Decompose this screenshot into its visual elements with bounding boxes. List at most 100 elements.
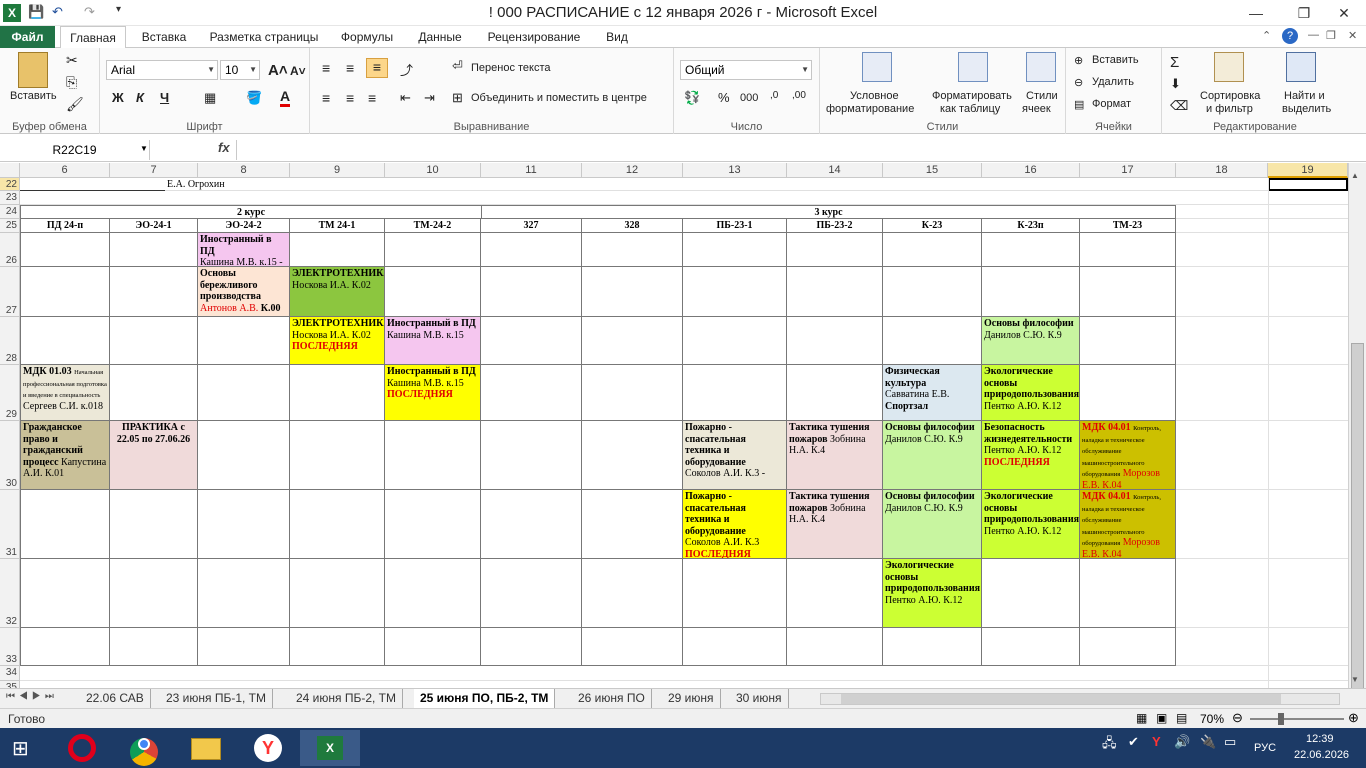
currency-icon[interactable]: 💱 (684, 90, 700, 106)
schedule-cell-r32-c6[interactable] (20, 559, 110, 628)
schedule-cell-r26-c13[interactable] (683, 233, 787, 267)
row-header-30[interactable]: 30 (0, 421, 20, 490)
decrease-indent-icon[interactable]: ⇤ (400, 90, 411, 106)
schedule-cell-r28-c7[interactable] (110, 317, 198, 365)
tab-page-layout[interactable]: Разметка страницы (206, 26, 322, 48)
increase-indent-icon[interactable]: ⇥ (424, 90, 435, 106)
schedule-cell-r28-c13[interactable] (683, 317, 787, 365)
tray-date[interactable]: 22.06.2026 (1294, 749, 1349, 761)
horizontal-scrollbar[interactable] (820, 693, 1340, 705)
schedule-cell-r31-c6[interactable] (20, 490, 110, 559)
zoom-slider[interactable] (1250, 718, 1344, 720)
row-header-24[interactable]: 24 (0, 205, 20, 219)
schedule-cell-r30-c7[interactable]: ПРАКТИКА с 22.05 по 27.06.26 (110, 421, 198, 490)
cell-styles-label2[interactable]: ячеек (1022, 103, 1051, 115)
schedule-cell-r31-c17[interactable]: МДК 04.01 Контроль, наладка и техническо… (1080, 490, 1176, 559)
column-header-7[interactable]: 7 (110, 163, 198, 178)
schedule-cell-r27-c7[interactable] (110, 267, 198, 317)
zoom-slider-thumb[interactable] (1278, 713, 1284, 725)
schedule-cell-r29-c13[interactable] (683, 365, 787, 421)
schedule-cell-r27-c11[interactable] (481, 267, 582, 317)
schedule-cell-r28-c6[interactable] (20, 317, 110, 365)
align-bottom-icon[interactable]: ≡ (366, 58, 388, 78)
sort-filter-label2[interactable]: и фильтр (1206, 103, 1253, 115)
schedule-cell-r26-c14[interactable] (787, 233, 883, 267)
schedule-cell-r32-c17[interactable] (1080, 559, 1176, 628)
conditional-formatting-icon[interactable] (862, 52, 892, 82)
row-header-33[interactable]: 33 (0, 628, 20, 666)
chrome-taskbar-icon[interactable] (114, 730, 174, 766)
insert-cells-icon[interactable]: ⊕ (1074, 54, 1083, 67)
schedule-cell-r33-c12[interactable] (582, 628, 683, 666)
formula-input[interactable] (236, 140, 1348, 160)
tray-network-icon[interactable]: 🖧 (1102, 734, 1117, 756)
cut-icon[interactable]: ✂ (66, 52, 78, 69)
schedule-cell-r30-c11[interactable] (481, 421, 582, 490)
schedule-cell-r26-c15[interactable] (883, 233, 982, 267)
column-header-16[interactable]: 16 (982, 163, 1080, 178)
column-header-12[interactable]: 12 (582, 163, 683, 178)
page-break-view-icon[interactable]: ▤ (1176, 711, 1187, 725)
number-format-combo[interactable]: Общий ▼ (680, 60, 812, 80)
schedule-cell-r27-c6[interactable] (20, 267, 110, 317)
format-painter-icon[interactable]: 🖌 (66, 96, 84, 113)
sheet-tab-4-active[interactable]: 25 июня ПО, ПБ-2, ТМ (414, 689, 556, 709)
shrink-font-icon[interactable]: A˅ (290, 64, 306, 78)
format-as-table-label2[interactable]: как таблицу (940, 103, 1000, 115)
align-middle-icon[interactable]: ≡ (346, 60, 354, 76)
row-header-22[interactable]: 22 (0, 178, 20, 191)
schedule-cell-r32-c9[interactable] (290, 559, 385, 628)
wb-restore-icon[interactable]: ❐ (1326, 29, 1336, 42)
align-top-icon[interactable]: ≡ (322, 60, 330, 76)
align-left-icon[interactable]: ≡ (322, 90, 330, 106)
column-header-19[interactable]: 19 (1268, 163, 1348, 178)
schedule-cell-r32-c16[interactable] (982, 559, 1080, 628)
schedule-cell-r30-c6[interactable]: Гражданское право и гражданский процесс … (20, 421, 110, 490)
tab-data[interactable]: Данные (412, 26, 468, 48)
column-header-6[interactable]: 6 (20, 163, 110, 178)
schedule-cell-r26-c7[interactable] (110, 233, 198, 267)
orientation-icon[interactable]: ⤴ (400, 60, 413, 79)
column-header-11[interactable]: 11 (481, 163, 582, 178)
schedule-cell-r31-c14[interactable]: Тактика тушения пожаров Зобнина Н.А. К.4 (787, 490, 883, 559)
row-header-25[interactable]: 25 (0, 219, 20, 233)
group-header-1[interactable]: ПД 24-п (20, 219, 110, 233)
find-select-label2[interactable]: выделить (1282, 103, 1331, 115)
group-header-8[interactable]: ПБ-23-1 (683, 219, 787, 233)
row-header-27[interactable]: 27 (0, 267, 20, 317)
schedule-cell-r31-c10[interactable] (385, 490, 481, 559)
group-header-4[interactable]: ТМ 24-1 (290, 219, 385, 233)
restore-icon[interactable]: ❐ (1282, 2, 1326, 24)
sheet-tab-5[interactable]: 26 июня ПО (572, 689, 652, 709)
row-header-29[interactable]: 29 (0, 365, 20, 421)
schedule-cell-r28-c14[interactable] (787, 317, 883, 365)
schedule-cell-r32-c10[interactable] (385, 559, 481, 628)
excel-taskbar-icon[interactable]: X (300, 730, 360, 766)
schedule-cell-r31-c15[interactable]: Основы философии Данилов С.Ю. К.9 (883, 490, 982, 559)
row-header-23[interactable]: 23 (0, 191, 20, 205)
schedule-cell-r30-c10[interactable] (385, 421, 481, 490)
schedule-cell-r33-c6[interactable] (20, 628, 110, 666)
schedule-cell-r32-c13[interactable] (683, 559, 787, 628)
schedule-cell-r28-c17[interactable] (1080, 317, 1176, 365)
schedule-cell-r33-c17[interactable] (1080, 628, 1176, 666)
font-name-combo[interactable]: Arial ▼ (106, 60, 218, 80)
wb-close-icon[interactable]: ✕ (1348, 29, 1357, 42)
schedule-cell-r31-c7[interactable] (110, 490, 198, 559)
scroll-up-icon[interactable]: ▲ (1351, 171, 1359, 180)
tray-battery-icon[interactable]: ▭ (1224, 734, 1236, 750)
schedule-cell-r29-c17[interactable] (1080, 365, 1176, 421)
schedule-cell-r32-c7[interactable] (110, 559, 198, 628)
sheet-tab-7[interactable]: 30 июня (730, 689, 789, 709)
wb-minimize-icon[interactable]: — (1308, 29, 1319, 41)
font-size-combo[interactable]: 10 ▼ (220, 60, 260, 80)
cell-styles-label1[interactable]: Стили (1026, 90, 1058, 102)
row-header-34[interactable]: 34 (0, 666, 20, 681)
tab-file[interactable]: Файл (0, 26, 55, 48)
group-header-3[interactable]: ЭО-24-2 (198, 219, 290, 233)
schedule-cell-r27-c10[interactable] (385, 267, 481, 317)
schedule-cell-r32-c12[interactable] (582, 559, 683, 628)
sheet-tab-2[interactable]: 23 июня ПБ-1, ТМ (160, 689, 274, 709)
schedule-cell-r30-c15[interactable]: Основы философии Данилов С.Ю. К.9 (883, 421, 982, 490)
schedule-cell-r27-c14[interactable] (787, 267, 883, 317)
